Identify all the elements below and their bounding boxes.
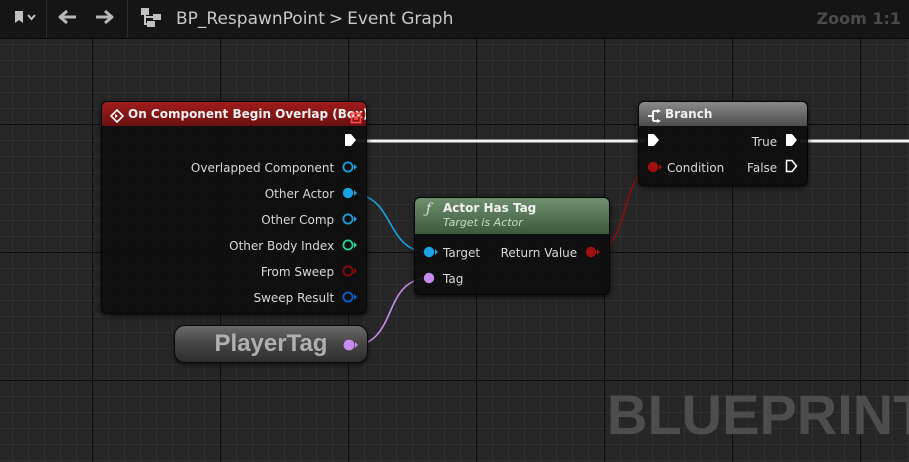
branch-icon [647, 107, 663, 131]
hierarchy-button[interactable] [136, 0, 166, 38]
pin-label: Other Comp [261, 213, 335, 227]
pin-false[interactable]: False [747, 158, 799, 178]
bookmark-icon [11, 9, 37, 29]
hierarchy-icon [139, 6, 163, 32]
pin-condition[interactable]: Condition [647, 158, 724, 178]
pin-other-comp[interactable]: Other Comp [261, 210, 358, 230]
breadcrumb-graph[interactable]: Event Graph [347, 9, 453, 29]
breadcrumb-separator: > [328, 9, 344, 29]
pin-return-value[interactable]: Return Value [501, 243, 601, 263]
zoom-level: Zoom 1:1 [816, 9, 902, 28]
pin-label: False [747, 161, 778, 175]
function-node-actor-has-tag[interactable]: ƒ Actor Has Tag Target is Actor Target T… [414, 197, 610, 295]
boolean-pin-connected-icon [585, 244, 601, 264]
toolbar: BP_RespawnPoint > Event Graph Zoom 1:1 [0, 0, 909, 39]
blueprint-watermark: BLUEPRINT [607, 383, 909, 446]
exec-pin-connected-icon [785, 133, 799, 153]
function-node-title: Actor Has Tag [443, 201, 537, 215]
delegate-pin-icon[interactable] [350, 108, 362, 132]
exec-pin-icon [647, 133, 661, 153]
arrow-left-icon [56, 9, 78, 29]
event-node-header[interactable]: On Component Begin Overlap (Box) [102, 102, 366, 126]
breadcrumb-asset[interactable]: BP_RespawnPoint [176, 9, 325, 29]
object-pin-icon [342, 211, 358, 231]
object-pin-connected-icon [423, 244, 439, 264]
object-pin-connected-icon [342, 185, 358, 205]
pin-overlapped-component[interactable]: Overlapped Component [191, 158, 358, 178]
variable-node-playertag[interactable]: PlayerTag [174, 325, 368, 363]
exec-pin-empty-icon [785, 159, 799, 179]
pin-label: Tag [443, 272, 464, 286]
object-pin-icon [342, 159, 358, 179]
bookmark-button[interactable] [4, 0, 44, 38]
branch-node[interactable]: Branch Condition True False [638, 101, 808, 186]
function-icon: ƒ [426, 201, 432, 217]
event-node-title: On Component Begin Overlap (Box) [128, 107, 367, 121]
arrow-right-icon [94, 9, 116, 29]
pin-true[interactable]: True [752, 132, 799, 152]
pin-label: From Sweep [260, 265, 335, 279]
exec-pin-icon [344, 133, 358, 153]
pin-other-actor[interactable]: Other Actor [265, 184, 358, 204]
name-pin-connected-icon[interactable] [343, 337, 359, 356]
pin-label: Return Value [500, 246, 578, 260]
pin-tag[interactable]: Tag [423, 269, 463, 289]
pin-label: Condition [667, 161, 725, 175]
pin-target[interactable]: Target [423, 243, 480, 263]
branch-node-title: Branch [665, 107, 713, 121]
pin-sweep-result[interactable]: Sweep Result [253, 288, 358, 308]
pin-from-sweep[interactable]: From Sweep [261, 262, 358, 282]
event-node-begin-overlap[interactable]: On Component Begin Overlap (Box) Overlap… [101, 101, 367, 314]
pin-label: True [751, 135, 778, 149]
function-node-subtitle: Target is Actor [443, 216, 523, 229]
pin-label: Overlapped Component [190, 161, 335, 175]
branch-node-header[interactable]: Branch [639, 102, 807, 126]
boolean-pin-connected-icon [647, 159, 663, 179]
pin-label: Target [443, 246, 481, 260]
exec-out-pin[interactable] [344, 132, 358, 152]
exec-in-pin[interactable] [647, 132, 661, 152]
pin-label: Other Actor [264, 187, 335, 201]
event-diamond-icon [109, 107, 125, 131]
pin-label: Sweep Result [253, 291, 335, 305]
breadcrumb: BP_RespawnPoint > Event Graph [176, 0, 453, 38]
forward-button[interactable] [90, 0, 120, 38]
pin-other-body-index[interactable]: Other Body Index [229, 236, 358, 256]
boolean-pin-icon [342, 263, 358, 283]
struct-pin-icon [342, 289, 358, 309]
name-pin-connected-icon [423, 270, 439, 290]
pin-label: Other Body Index [229, 239, 335, 253]
integer-pin-icon [342, 237, 358, 257]
back-button[interactable] [52, 0, 82, 38]
function-node-header[interactable]: ƒ Actor Has Tag Target is Actor [415, 198, 609, 234]
variable-label: PlayerTag [214, 330, 328, 357]
